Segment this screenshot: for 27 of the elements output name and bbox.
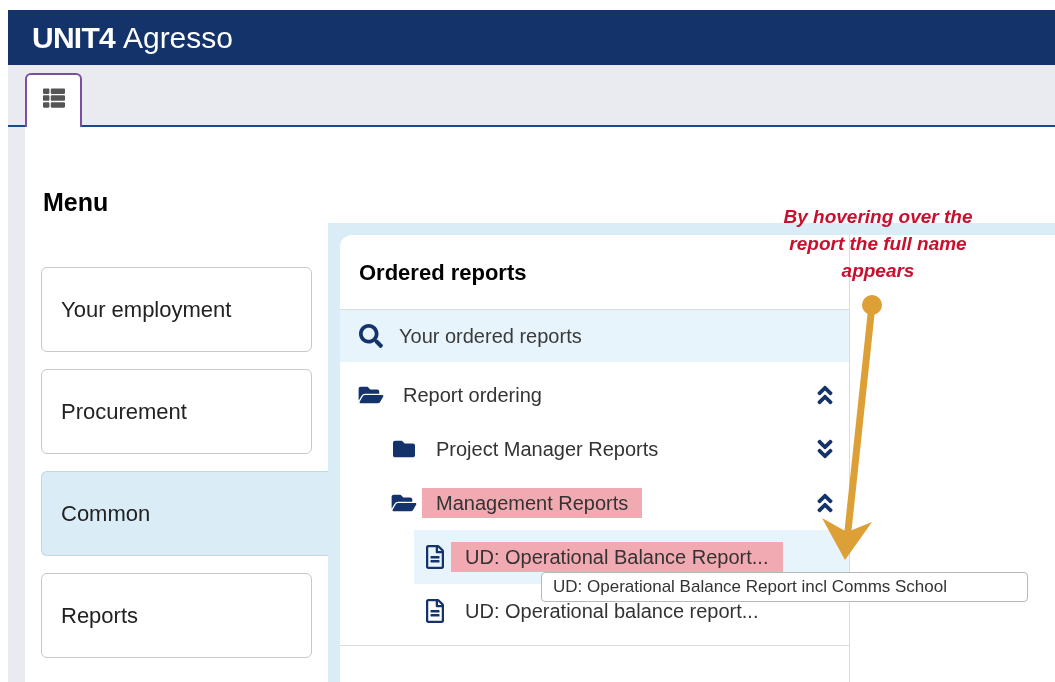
search-reports-item[interactable]: Your ordered reports xyxy=(340,309,849,362)
menu-item[interactable]: Common xyxy=(41,471,328,556)
menu-tab[interactable] xyxy=(25,73,82,127)
list-icon xyxy=(42,87,65,109)
panel-title: Ordered reports xyxy=(359,258,527,287)
tree-label: Management Reports xyxy=(422,488,643,518)
open-folder-icon xyxy=(391,492,417,514)
tree-row[interactable]: Report ordering xyxy=(348,368,849,422)
menu-item[interactable]: Procurement xyxy=(41,369,312,454)
tree-label: Project Manager Reports xyxy=(435,437,660,462)
tooltip: UD: Operational Balance Report incl Comms School xyxy=(541,572,1028,602)
brand-logo: UNIT4 xyxy=(32,20,115,56)
tree-label: UD: Operational Balance Report... xyxy=(451,542,783,572)
menu-item[interactable]: Your employment xyxy=(41,267,312,352)
search-icon xyxy=(359,324,383,348)
menu-title: Menu xyxy=(42,187,110,217)
folder-icon xyxy=(391,438,417,460)
open-folder-icon xyxy=(358,384,384,406)
tree-row[interactable]: Project Manager Reports xyxy=(381,422,849,476)
tree-label: Report ordering xyxy=(402,383,543,408)
document-icon xyxy=(424,545,446,569)
tree-row[interactable]: Management Reports xyxy=(381,476,849,530)
tree-label: UD: Operational balance report... xyxy=(464,599,760,624)
menu-item[interactable]: Reports xyxy=(41,573,312,658)
annotation-note: By hovering over the report the full name appears xyxy=(782,205,974,283)
app-title: Agresso xyxy=(122,20,233,56)
document-icon xyxy=(424,599,446,623)
